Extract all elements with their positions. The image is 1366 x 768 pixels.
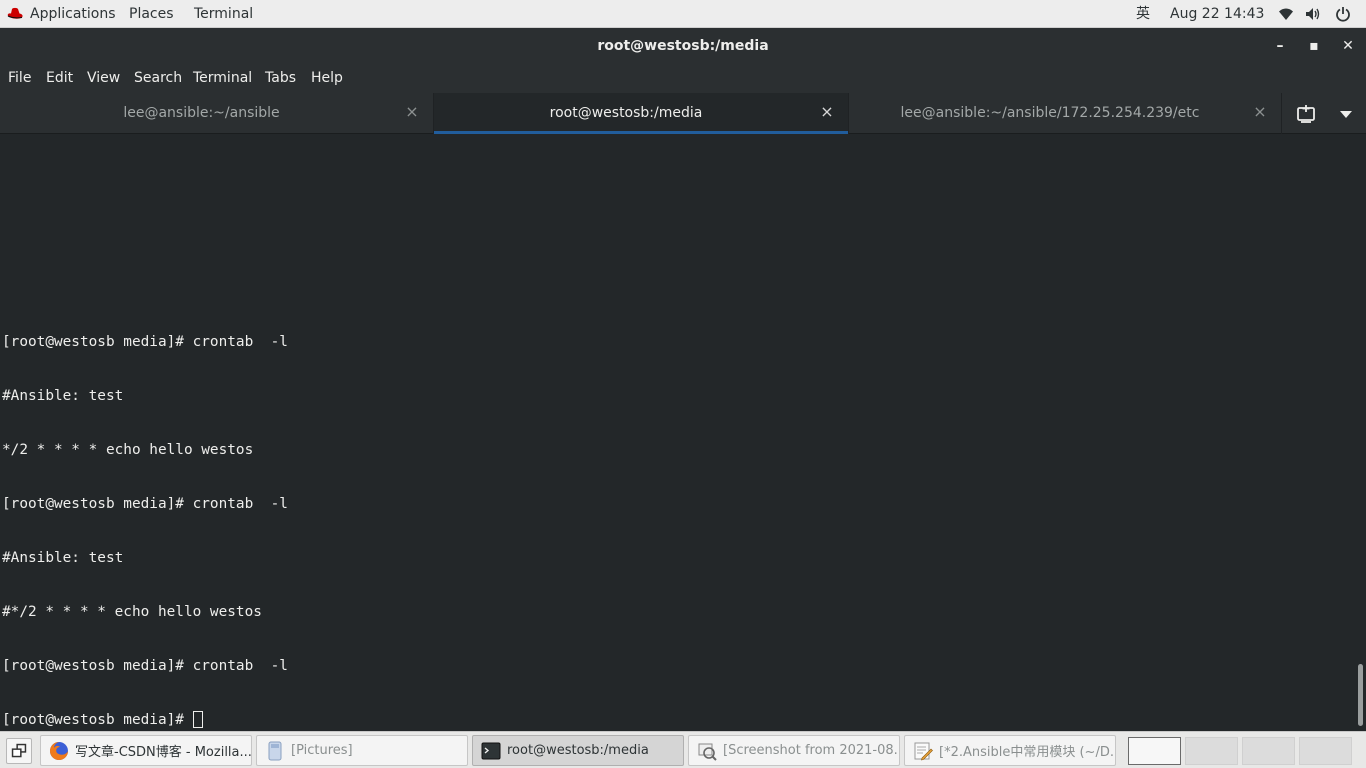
screenshot-icon (698, 743, 717, 761)
taskbar-pictures[interactable]: [Pictures] (256, 735, 468, 766)
terminal-line: [root@westosb media]# crontab -l (2, 496, 288, 512)
menu-terminal[interactable]: Terminal (193, 64, 252, 93)
taskbar-terminal[interactable]: root@westosb:/media (472, 735, 684, 766)
terminal-line: #Ansible: test (2, 388, 124, 404)
terminal-prompt-line[interactable]: [root@westosb media]# (2, 711, 288, 729)
task-label: root@westosb:/media (507, 743, 649, 758)
menubar: File Edit View Search Terminal Tabs Help (0, 64, 1366, 93)
terminal-line: #*/2 * * * * echo hello westos (2, 604, 262, 620)
show-desktop-icon (11, 743, 27, 758)
terminal-line: [root@westosb media]# crontab -l (2, 658, 288, 674)
terminal-prompt: [root@westosb media]# (2, 712, 193, 728)
tab-close-icon[interactable]: × (405, 104, 419, 120)
menu-edit[interactable]: Edit (46, 64, 73, 93)
taskbar: 写文章-CSDN博客 - Mozilla... [Pictures] root@… (0, 731, 1366, 768)
workspace-3[interactable] (1242, 737, 1295, 765)
taskbar-text-editor[interactable]: [*2.Ansible中常用模块 (~/D... (904, 735, 1116, 766)
top-panel: Applications Places Terminal 英 Aug 22 14… (0, 0, 1366, 28)
firefox-icon (50, 741, 68, 760)
applications-label: Applications (30, 6, 116, 22)
task-label: [Screenshot from 2021-08... (723, 743, 899, 758)
terminal-icon (481, 742, 501, 759)
terminal-app-menu[interactable]: Terminal (194, 0, 253, 28)
terminal-output[interactable]: [root@westosb media]# crontab -l #Ansibl… (0, 134, 1355, 731)
terminal-cursor (192, 711, 203, 728)
text-editor-icon (914, 742, 933, 760)
scrollbar-thumb[interactable] (1358, 664, 1363, 726)
power-icon[interactable] (1335, 6, 1351, 22)
tab-close-icon[interactable]: × (1253, 104, 1267, 120)
workspace-2[interactable] (1185, 737, 1238, 765)
tab-close-icon[interactable]: × (820, 104, 834, 120)
terminal-line: */2 * * * * echo hello westos (2, 442, 254, 458)
taskbar-firefox[interactable]: 写文章-CSDN博客 - Mozilla... (40, 735, 252, 766)
new-tab-icon[interactable] (1296, 104, 1316, 124)
tab-label: root@westosb:/media (549, 105, 703, 121)
task-label: 写文章-CSDN博客 - Mozilla... (75, 745, 251, 760)
applications-menu[interactable]: Applications (6, 0, 116, 28)
places-menu[interactable]: Places (129, 0, 174, 28)
menu-help[interactable]: Help (311, 64, 343, 93)
menu-search[interactable]: Search (134, 64, 182, 93)
menu-tabs[interactable]: Tabs (265, 64, 296, 93)
maximize-button[interactable]: ▪ (1305, 37, 1323, 55)
tab-root-westosb[interactable]: root@westosb:/media × (434, 93, 849, 134)
volume-icon[interactable] (1305, 6, 1321, 22)
menu-view[interactable]: View (87, 64, 120, 93)
tab-bar: lee@ansible:~/ansible × root@westosb:/me… (0, 93, 1366, 134)
tab-label: lee@ansible:~/ansible/172.25.254.239/etc (900, 105, 1200, 121)
task-label: [Pictures] (291, 743, 353, 758)
minimize-button[interactable]: – (1271, 37, 1289, 55)
terminal-scrollbar[interactable] (1355, 134, 1366, 731)
redhat-logo-icon (7, 7, 23, 19)
tab-lee-ansible[interactable]: lee@ansible:~/ansible × (0, 93, 434, 134)
show-desktop-button[interactable] (6, 738, 32, 764)
window-title-bar[interactable]: root@westosb:/media – ▪ ✕ (0, 28, 1366, 64)
workspace-1[interactable] (1128, 737, 1181, 765)
wifi-icon[interactable] (1278, 6, 1294, 22)
taskbar-screenshot[interactable]: [Screenshot from 2021-08... (688, 735, 900, 766)
clock[interactable]: Aug 22 14:43 (1170, 0, 1264, 28)
menu-file[interactable]: File (8, 64, 31, 93)
close-window-button[interactable]: ✕ (1339, 37, 1357, 55)
workspace-4[interactable] (1299, 737, 1352, 765)
input-method-indicator[interactable]: 英 (1136, 0, 1150, 28)
window-title: root@westosb:/media (597, 38, 769, 54)
tab-label: lee@ansible:~/ansible (123, 105, 280, 121)
task-label: [*2.Ansible中常用模块 (~/D... (939, 745, 1115, 760)
terminal-line: [root@westosb media]# crontab -l (2, 334, 288, 350)
terminal-line: #Ansible: test (2, 550, 124, 566)
file-manager-icon (268, 741, 282, 760)
tab-list-dropdown-icon[interactable] (1339, 108, 1353, 120)
tab-lee-ansible-etc[interactable]: lee@ansible:~/ansible/172.25.254.239/etc… (849, 93, 1282, 134)
